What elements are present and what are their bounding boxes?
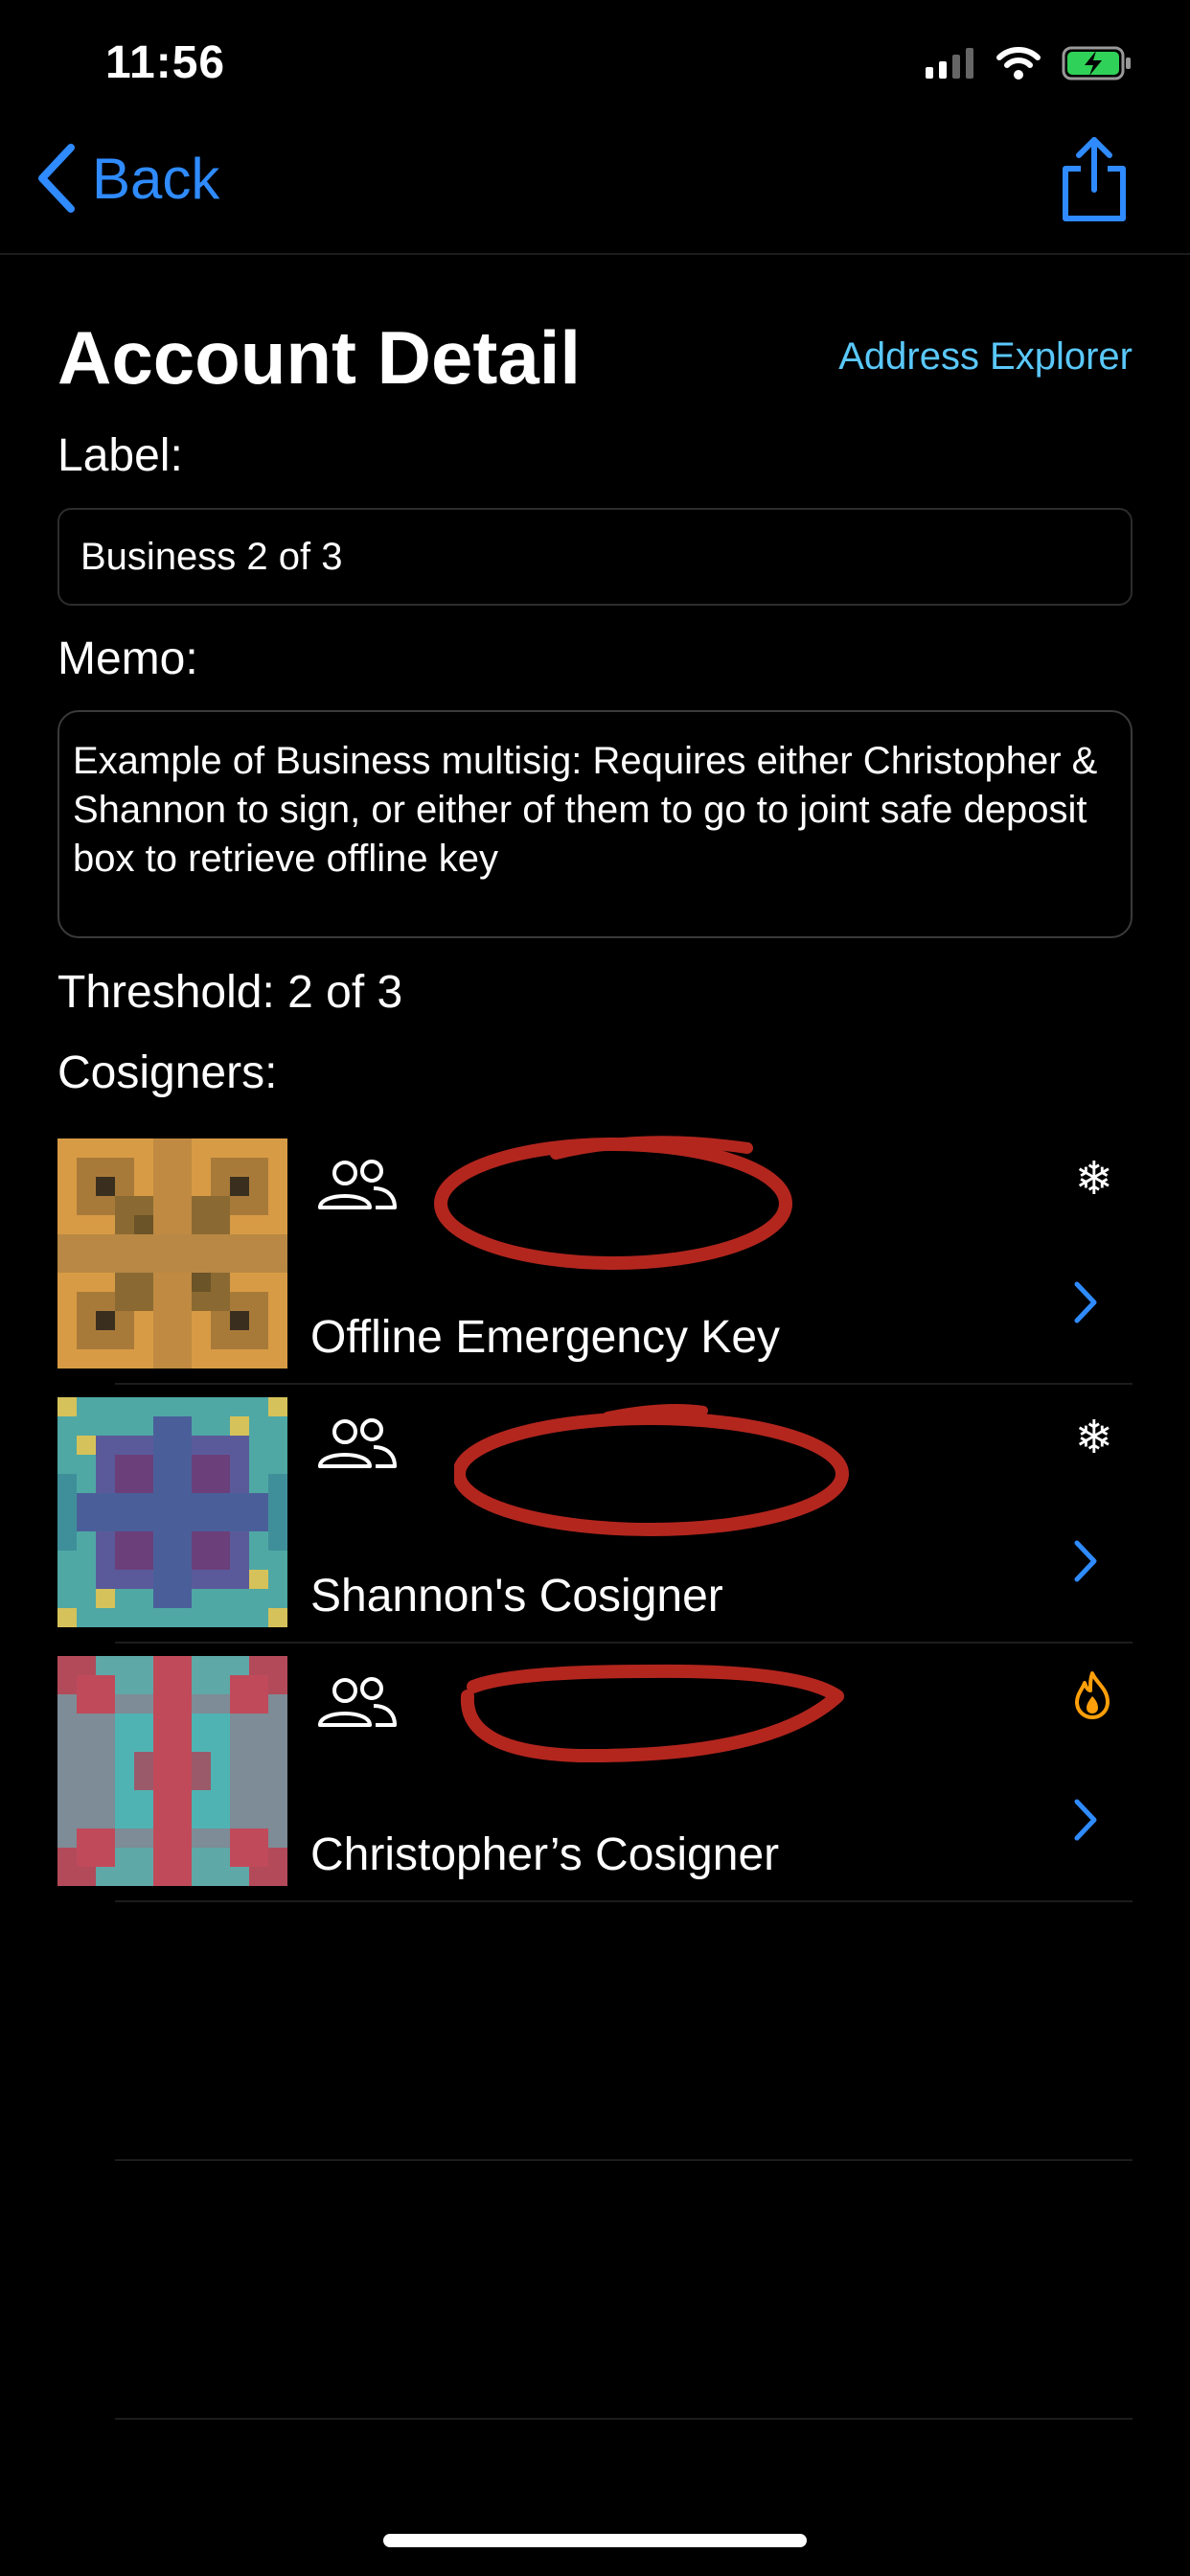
cosigner-row[interactable]: ❄ Offline Emergency Key	[57, 1136, 1133, 1368]
people-icon	[318, 1677, 397, 1727]
cosigner-row[interactable]: ❄ Shannon's Cosigner	[57, 1397, 1133, 1627]
wifi-icon	[996, 47, 1041, 80]
label-input[interactable]	[57, 508, 1133, 606]
chevron-right-icon	[1074, 1540, 1097, 1582]
cosigner-name: Christopher’s Cosigner	[310, 1829, 780, 1880]
nav-divider	[0, 253, 1190, 255]
cosigner-identicon	[57, 1397, 287, 1627]
memo-caption: Memo:	[57, 633, 198, 684]
battery-charging-icon	[1062, 46, 1131, 80]
label-caption: Label:	[57, 430, 183, 481]
chevron-left-icon	[38, 144, 75, 213]
flame-icon	[1071, 1669, 1113, 1731]
back-label: Back	[92, 146, 220, 211]
memo-textarea[interactable]: Example of Business multisig: Requires e…	[57, 710, 1133, 938]
row-separator	[115, 1642, 1133, 1644]
redaction-scribble	[454, 1404, 849, 1536]
cosigner-identicon	[57, 1656, 287, 1886]
row-separator	[115, 1383, 1133, 1385]
cosigner-name: Shannon's Cosigner	[310, 1571, 723, 1622]
snowflake-icon: ❄	[1074, 1413, 1113, 1463]
people-icon	[318, 1160, 397, 1209]
cosigner-identicon	[57, 1138, 287, 1368]
status-time: 11:56	[105, 37, 226, 88]
address-explorer-link[interactable]: Address Explorer	[838, 335, 1133, 379]
chevron-right-icon	[1074, 1799, 1097, 1841]
chevron-right-icon	[1074, 1281, 1097, 1323]
row-separator	[115, 1900, 1133, 1902]
row-separator	[115, 2418, 1133, 2420]
snowflake-icon: ❄	[1074, 1154, 1113, 1205]
cosigner-row[interactable]: Christopher’s Cosigner	[57, 1656, 1133, 1886]
cosigners-heading: Cosigners:	[57, 1047, 278, 1098]
threshold-text: Threshold: 2 of 3	[57, 967, 403, 1018]
share-icon	[1063, 137, 1126, 221]
cellular-signal-icon	[926, 48, 973, 79]
back-button[interactable]: Back	[36, 144, 219, 213]
redaction-scribble	[460, 1664, 844, 1763]
status-icons	[926, 46, 1133, 80]
people-icon	[318, 1418, 397, 1468]
home-indicator[interactable]	[383, 2534, 807, 2547]
redaction-scribble	[434, 1136, 792, 1270]
page-title: Account Detail	[57, 315, 582, 400]
row-separator	[115, 2159, 1133, 2161]
share-button[interactable]	[1058, 136, 1131, 229]
cosigner-name: Offline Emergency Key	[310, 1312, 781, 1363]
